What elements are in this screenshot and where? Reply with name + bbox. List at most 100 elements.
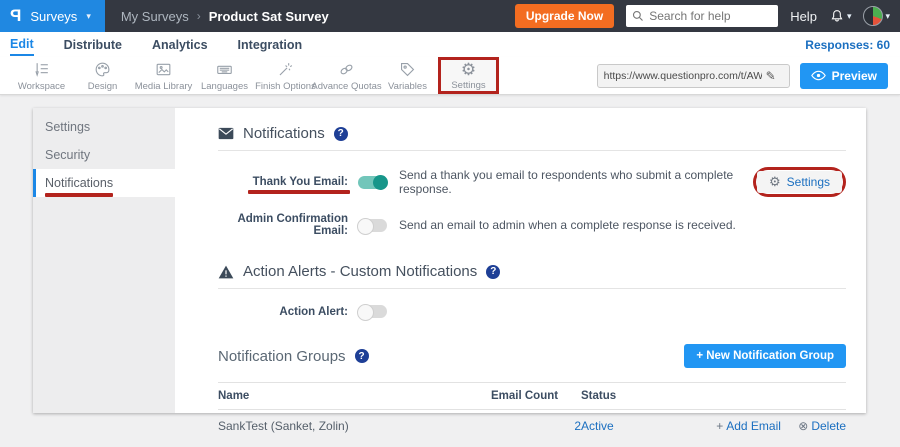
toolbar-item-label: Settings (451, 80, 485, 91)
thank-you-email-toggle[interactable] (358, 176, 387, 189)
image-icon (154, 60, 173, 79)
admin-confirmation-email-row: Admin Confirmation Email: Send an email … (218, 213, 846, 237)
section-divider (218, 288, 846, 289)
toolbar-item-advance-quotas[interactable]: Advance Quotas (316, 57, 377, 94)
section-title-notification-groups: Notification Groups (218, 348, 346, 365)
breadcrumb: My Surveys › Product Sat Survey (121, 9, 329, 24)
toolbar-item-design[interactable]: Design (72, 57, 133, 94)
red-annotation-box: ⚙ Settings (753, 167, 846, 197)
thank-you-email-label: Thank You Email: (218, 176, 348, 188)
new-notification-group-button[interactable]: + New Notification Group (684, 344, 846, 368)
red-annotation-underline (45, 193, 113, 197)
help-icon[interactable]: ? (334, 127, 348, 141)
table-row: SankTest (Sanket, Zolin) 2 Active +Add E… (218, 410, 846, 443)
notification-groups-table: Name Email Count Status SankTest (Sanket… (218, 382, 846, 442)
email-count-link[interactable]: 2 (574, 419, 581, 433)
help-link[interactable]: Help (790, 9, 817, 24)
action-alert-label: Action Alert: (218, 306, 348, 318)
toolbar-item-label: Workspace (18, 81, 65, 92)
preview-button-label: Preview (832, 69, 877, 83)
sidebar-item-label: Settings (45, 120, 90, 134)
section-title-action-alerts: Action Alerts - Custom Notifications (243, 263, 477, 280)
search-input[interactable] (649, 9, 767, 23)
chevron-down-icon: ▾ (86, 11, 91, 22)
toolbar-item-label: Advance Quotas (311, 81, 381, 92)
status-link[interactable]: Active (581, 419, 614, 433)
avatar (863, 6, 883, 26)
help-search-box[interactable] (626, 5, 778, 27)
delete-circle-icon: ⊗ (798, 419, 808, 433)
notifications-panel: Notifications ? Thank You Email: Send a … (175, 108, 866, 413)
sidebar-item-security[interactable]: Security (33, 141, 175, 169)
tag-icon (398, 60, 417, 79)
surveys-menu[interactable]: P Surveys ▾ (0, 0, 105, 32)
palette-icon (93, 60, 112, 79)
toolbar-item-finish-options[interactable]: Finish Options (255, 57, 316, 94)
survey-url-field[interactable]: ✎ (597, 64, 790, 88)
chevron-down-icon: ▾ (885, 11, 890, 22)
column-header-email-count: Email Count (491, 383, 581, 410)
tab-analytics[interactable]: Analytics (152, 35, 208, 55)
chevron-down-icon: ▾ (847, 11, 852, 22)
bell-icon (829, 8, 845, 24)
group-name-cell: SankTest (Sanket, Zolin) (218, 410, 491, 443)
envelope-icon (218, 127, 234, 140)
toolbar-item-settings[interactable]: ⚙ Settings (438, 57, 499, 94)
sidebar-item-settings[interactable]: Settings (33, 113, 175, 141)
preview-button[interactable]: Preview (800, 63, 888, 89)
settings-sidebar: Settings Security Notifications (33, 108, 175, 413)
product-menu-label: Surveys (30, 9, 77, 24)
account-menu-button[interactable]: ▾ (863, 6, 890, 26)
add-email-button[interactable]: +Add Email (716, 419, 781, 433)
toolbar-item-label: Variables (388, 81, 427, 92)
section-divider (218, 150, 846, 151)
breadcrumb-separator-icon: › (197, 9, 201, 23)
toolbar-item-label: Languages (201, 81, 248, 92)
action-alert-toggle[interactable] (358, 305, 387, 318)
toolbar-item-label: Media Library (135, 81, 193, 92)
toolbar-item-media-library[interactable]: Media Library (133, 57, 194, 94)
magic-wand-icon (276, 60, 295, 79)
help-icon[interactable]: ? (355, 349, 369, 363)
admin-confirmation-email-label: Admin Confirmation Email: (218, 213, 348, 237)
upgrade-now-button[interactable]: Upgrade Now (515, 4, 614, 28)
gear-icon: ⚙ (461, 61, 476, 78)
thank-you-email-settings-button[interactable]: ⚙ Settings (757, 171, 842, 193)
red-annotation-underline (248, 190, 350, 194)
edit-toolbar: Workspace Design Media Library Languages… (0, 57, 900, 95)
admin-confirmation-email-description: Send an email to admin when a complete r… (399, 218, 736, 232)
column-header-name: Name (218, 383, 491, 410)
toolbar-item-languages[interactable]: Languages (194, 57, 255, 94)
plus-icon: + (716, 419, 723, 433)
tab-integration[interactable]: Integration (238, 35, 303, 55)
edit-url-pencil-icon[interactable]: ✎ (766, 69, 776, 83)
search-icon (632, 10, 644, 22)
delete-button[interactable]: ⊗Delete (798, 419, 846, 433)
sidebar-item-notifications[interactable]: Notifications (33, 169, 175, 197)
admin-confirmation-email-toggle[interactable] (358, 219, 387, 232)
eye-icon (811, 70, 826, 81)
toolbar-item-workspace[interactable]: Workspace (11, 57, 72, 94)
tab-distribute[interactable]: Distribute (64, 35, 122, 55)
chain-links-icon (337, 60, 356, 79)
survey-url-input[interactable] (604, 70, 762, 82)
tab-edit[interactable]: Edit (10, 34, 34, 56)
settings-card: Settings Security Notifications Notifica… (33, 108, 866, 413)
responses-count[interactable]: Responses: 60 (805, 38, 890, 52)
top-bar: P Surveys ▾ My Surveys › Product Sat Sur… (0, 0, 900, 32)
survey-nav: Edit Distribute Analytics Integration Re… (0, 32, 900, 57)
section-title-notifications: Notifications (243, 125, 325, 142)
breadcrumb-parent[interactable]: My Surveys (121, 9, 189, 24)
workspace-icon (32, 60, 51, 79)
help-icon[interactable]: ? (486, 265, 500, 279)
keyboard-icon (215, 60, 234, 79)
action-alert-row: Action Alert: (218, 305, 846, 318)
page-title: Product Sat Survey (209, 9, 329, 24)
toolbar-item-label: Design (88, 81, 118, 92)
warning-icon (218, 265, 234, 279)
notifications-bell-button[interactable]: ▾ (829, 8, 852, 24)
toolbar-item-variables[interactable]: Variables (377, 57, 438, 94)
questionpro-logo-icon: P (10, 6, 21, 26)
thank-you-email-row: Thank You Email: Send a thank you email … (218, 167, 846, 197)
sidebar-item-label: Security (45, 148, 90, 162)
